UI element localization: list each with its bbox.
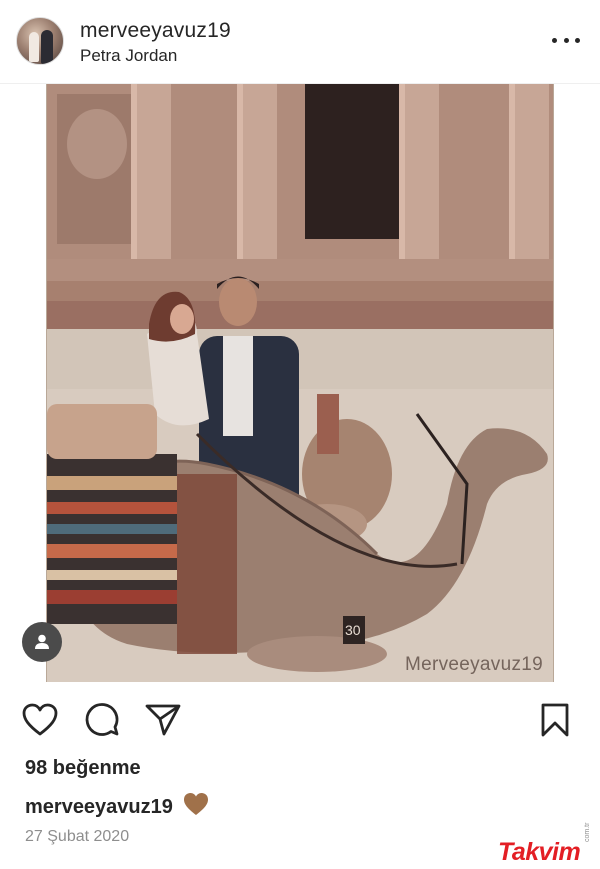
post-date: 27 Şubat 2020 bbox=[25, 828, 130, 845]
logo-suffix: com.tr bbox=[584, 822, 591, 842]
post-actions bbox=[0, 700, 600, 740]
post-username[interactable]: merveeyavuz19 bbox=[80, 19, 231, 43]
comment-glyph bbox=[85, 703, 119, 736]
post-caption: merveeyavuz19 bbox=[25, 792, 209, 822]
doorway bbox=[305, 84, 401, 239]
takvim-logo: Takvim com.tr bbox=[496, 823, 596, 866]
share-glyph bbox=[145, 704, 181, 736]
bookmark-icon[interactable] bbox=[535, 700, 575, 740]
like-count[interactable]: 98 beğenme bbox=[25, 757, 141, 780]
brown-heart-emoji bbox=[183, 792, 209, 822]
avatar-figure-woman bbox=[29, 32, 39, 62]
post-photo[interactable]: 30 Merveeyavuz19 bbox=[46, 84, 554, 682]
comment-bubble-icon[interactable] bbox=[82, 700, 122, 740]
svg-text:30: 30 bbox=[345, 622, 361, 638]
avatar[interactable] bbox=[16, 17, 64, 65]
more-options-icon[interactable] bbox=[552, 30, 580, 50]
logo-text: Takvim bbox=[498, 838, 581, 866]
photo-watermark: Merveeyavuz19 bbox=[404, 654, 543, 675]
post-location[interactable]: Petra Jordan bbox=[80, 46, 177, 66]
photo-illustration: 30 bbox=[47, 84, 553, 682]
caption-username[interactable]: merveeyavuz19 bbox=[25, 796, 173, 819]
heart-outline-icon[interactable] bbox=[20, 700, 60, 740]
post-header: merveeyavuz19 Petra Jordan bbox=[0, 0, 600, 84]
person-icon[interactable] bbox=[22, 622, 62, 662]
avatar-figure-man bbox=[41, 30, 53, 64]
more-dot bbox=[563, 37, 569, 43]
user-tag-glyph bbox=[35, 634, 49, 649]
save-glyph bbox=[541, 703, 569, 737]
more-dot bbox=[575, 37, 580, 43]
paper-plane-icon[interactable] bbox=[143, 700, 183, 740]
like-glyph bbox=[22, 703, 58, 736]
more-dot bbox=[552, 37, 557, 43]
brown-heart-glyph bbox=[183, 793, 208, 815]
